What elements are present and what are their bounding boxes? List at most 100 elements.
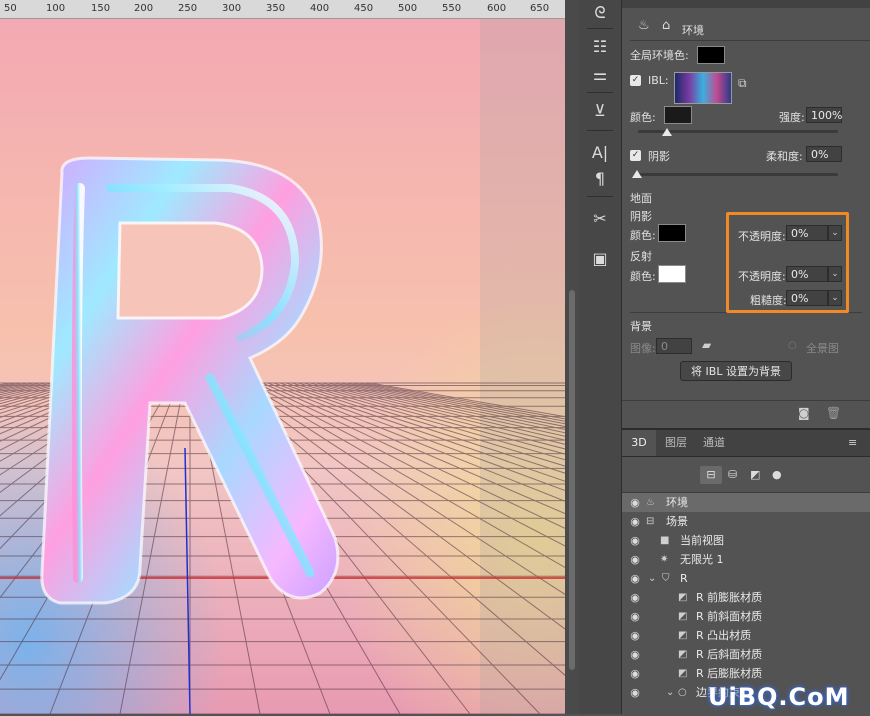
visibility-eye-icon[interactable]: ◉	[628, 683, 642, 702]
edit-texture-icon[interactable]: ⧉	[738, 76, 747, 91]
3d-scene[interactable]	[0, 18, 565, 714]
ambient-color-swatch[interactable]	[697, 46, 725, 64]
layer-row[interactable]: ◉ ◩ R 后斜面材质	[622, 645, 870, 664]
shadow-checkbox[interactable]: ✓	[630, 150, 641, 161]
tool-divider	[587, 92, 613, 93]
ruler-label: 150	[91, 3, 111, 14]
layer-row[interactable]: ◉ ◩ R 前膨胀材质	[622, 588, 870, 607]
folder-icon[interactable]: ▰	[702, 338, 711, 352]
filter-light-icon[interactable]: ●	[772, 468, 782, 481]
panel-menu-icon[interactable]: ≡	[848, 436, 857, 449]
watermark-logo: UiBQ.CoM	[708, 683, 850, 711]
material-icon: ◩	[678, 649, 688, 660]
ruler-label: 450	[354, 3, 374, 14]
layer-label: 环境	[666, 496, 688, 509]
chevron-down-icon[interactable]: ⌄	[648, 569, 656, 588]
ibl-color-swatch[interactable]	[664, 106, 692, 124]
ground-shadow-color-label: 颜色:	[630, 229, 656, 242]
tool-divider	[587, 130, 613, 131]
image-label: 图像:	[630, 342, 656, 355]
panel-header-strip	[622, 0, 870, 8]
visibility-eye-icon[interactable]: ◉	[628, 626, 642, 645]
chevron-down-icon[interactable]: ⌄	[666, 683, 674, 702]
adjust-sliders-icon[interactable]: ⚌	[587, 62, 613, 88]
filter-scene-icon[interactable]: ⊟	[700, 466, 722, 484]
tab-layers[interactable]: 图层	[658, 430, 694, 456]
camera-icon: ■	[660, 535, 670, 546]
intensity-label: 强度:	[779, 111, 805, 124]
filter-material-icon[interactable]: ◩	[750, 468, 760, 481]
visibility-eye-icon[interactable]: ◉	[628, 531, 642, 550]
set-ibl-background-button[interactable]: 将 IBL 设置为背景	[680, 361, 792, 381]
ground-shadow-label: 阴影	[630, 210, 652, 223]
ruler-label: 250	[178, 3, 198, 14]
ruler-label: 600	[487, 3, 507, 14]
panorama-label: 全景图	[806, 342, 839, 355]
intensity-slider-thumb[interactable]	[662, 128, 672, 136]
layer-row[interactable]: ◉ ◩ R 凸出材质	[622, 626, 870, 645]
env-header: ♨ ⌂ 环境	[630, 16, 870, 41]
material-icon: ◩	[678, 592, 688, 603]
scene-icon: ⊟	[646, 516, 655, 527]
layer-row[interactable]: ◉ ✷ 无限光 1	[622, 550, 870, 569]
visibility-eye-icon[interactable]: ◉	[628, 512, 642, 531]
visibility-eye-icon[interactable]: ◉	[628, 569, 642, 588]
layer-label: R	[680, 572, 688, 585]
shadow-label: 阴影	[648, 150, 670, 163]
footer-divider	[622, 400, 870, 401]
tools-crossed-icon[interactable]: ✂	[587, 206, 613, 232]
reflection-color-swatch[interactable]	[658, 265, 686, 283]
ground-shadow-color-swatch[interactable]	[658, 224, 686, 242]
ruler-label: 200	[134, 3, 154, 14]
visibility-eye-icon[interactable]: ◉	[628, 645, 642, 664]
softness-input[interactable]: 0%	[806, 146, 842, 162]
visibility-eye-icon[interactable]: ◉	[628, 607, 642, 626]
vertical-scrollbar[interactable]	[565, 0, 579, 714]
softness-slider-thumb[interactable]	[632, 170, 642, 178]
material-icon: ◩	[678, 668, 688, 679]
panel-tabs: 3D 图层 通道 ≡	[622, 430, 870, 457]
properties-icon[interactable]: ☷	[587, 34, 613, 60]
scrollbar-thumb[interactable]	[569, 290, 575, 670]
panorama-checkbox[interactable]: ○	[788, 340, 797, 351]
background-label: 背景	[630, 320, 652, 333]
global-ambient-label: 全局环境色:	[630, 49, 689, 62]
ruler-label: 50	[4, 3, 17, 14]
environment-icon: ♨	[638, 18, 650, 33]
layer-row[interactable]: ◉ ⊟ 场景	[622, 512, 870, 531]
ground-label: 地面	[630, 192, 652, 205]
ground-settings-highlight	[726, 212, 849, 313]
intensity-input[interactable]: 100%	[806, 107, 842, 123]
ruler-label: 100	[46, 3, 66, 14]
sun-light-icon: ✷	[660, 554, 669, 565]
tab-channels[interactable]: 通道	[696, 430, 732, 456]
character-icon[interactable]: A|	[587, 140, 613, 166]
layer-comp-icon[interactable]: ▣	[587, 246, 613, 272]
trash-icon[interactable]: 🗑	[826, 406, 841, 420]
visibility-eye-icon[interactable]: ◉	[628, 493, 642, 512]
tab-3d[interactable]: 3D	[622, 430, 656, 456]
document-canvas[interactable]: 50 100 150 200 250 300 350 400 450 500 5…	[0, 0, 565, 714]
stamp-icon[interactable]: ⊻	[587, 98, 613, 124]
softness-slider[interactable]	[638, 173, 838, 176]
layer-row[interactable]: ◉ ⌄ ⛉ R	[622, 569, 870, 588]
visibility-eye-icon[interactable]: ◉	[628, 664, 642, 683]
ibl-checkbox[interactable]: ✓	[630, 75, 641, 86]
layer-label: 无限光 1	[680, 553, 724, 566]
paragraph-icon[interactable]: ¶	[587, 166, 613, 192]
layer-label: R 后斜面材质	[696, 648, 763, 661]
layer-row[interactable]: ◉ ◩ R 前斜面材质	[622, 607, 870, 626]
visibility-eye-icon[interactable]: ◉	[628, 550, 642, 569]
layer-row[interactable]: ◉ ♨ 环境	[622, 493, 870, 512]
reflection-color-label: 颜色:	[630, 270, 656, 283]
render-icon[interactable]: ◙	[798, 406, 810, 420]
layer-row[interactable]: ◉ ◩ R 后膨胀材质	[622, 664, 870, 683]
layer-row[interactable]: ◉ ■ 当前视图	[622, 531, 870, 550]
move-tool-icon[interactable]: ᘓ	[587, 0, 613, 26]
ruler-label: 650	[530, 3, 550, 14]
environment-icon: ♨	[646, 497, 655, 508]
image-input[interactable]: 0	[656, 338, 692, 354]
filter-mesh-icon[interactable]: ⛁	[728, 468, 737, 481]
ibl-thumbnail[interactable]	[674, 72, 732, 104]
visibility-eye-icon[interactable]: ◉	[628, 588, 642, 607]
